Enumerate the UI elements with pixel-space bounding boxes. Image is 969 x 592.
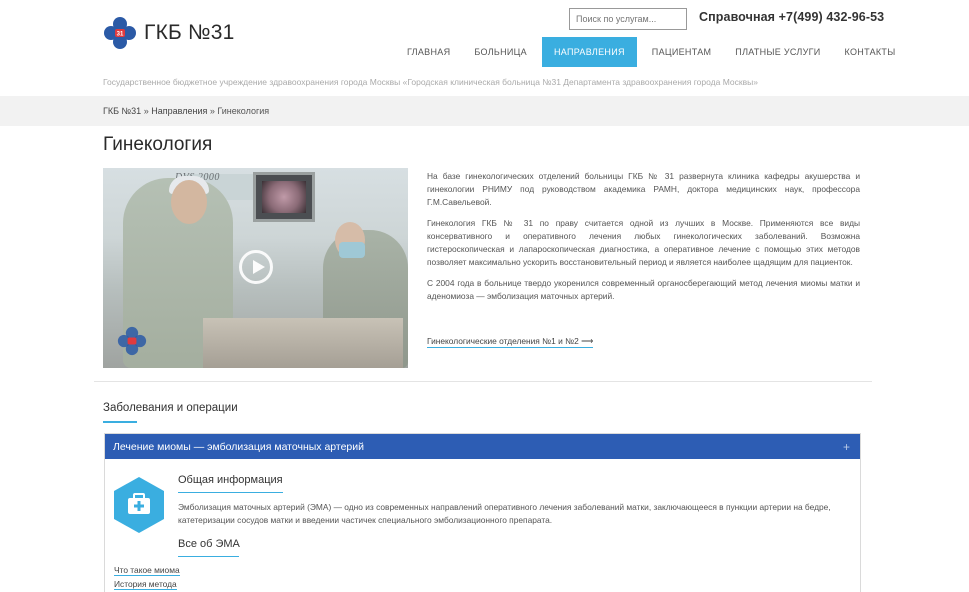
search-input[interactable]: [569, 8, 687, 30]
nav-item-patients[interactable]: Пациентам: [640, 37, 724, 67]
block-text: Эмболизация маточных артерий (ЭМА) — одн…: [178, 502, 831, 525]
intro-text: На базе гинекологических отделений больн…: [427, 170, 860, 311]
accordion-title: Лечение миомы — эмболизация маточных арт…: [113, 440, 365, 453]
organization-full-name: Государственное бюджетное учреждение здр…: [103, 77, 758, 87]
intro-paragraph: Гинекология ГКБ № 31 по праву считается …: [427, 218, 860, 267]
site-logo[interactable]: 31 ГКБ №31: [103, 16, 235, 50]
clover-cross-logo-icon: 31: [104, 17, 136, 49]
section-title-underline: [103, 421, 137, 423]
video-player[interactable]: DVS 2000: [103, 168, 408, 368]
breadcrumb: ГКБ №31 » Направления » Гинекология: [103, 106, 269, 116]
page-title: Гинекология: [103, 134, 213, 155]
svg-text:31: 31: [117, 32, 124, 38]
link-method-history[interactable]: История метода: [114, 579, 177, 590]
video-scene-operating-table: [203, 318, 403, 368]
intro-paragraph: На базе гинекологических отделений больн…: [427, 171, 860, 207]
video-scene-monitor: [253, 172, 315, 222]
block-title: Общая информация: [178, 474, 283, 486]
video-scene-mask: [339, 242, 365, 258]
breadcrumb-separator: »: [209, 106, 215, 116]
medical-kit-icon: [114, 477, 164, 533]
intro-paragraph: С 2004 года в больнице твердо укоренился…: [427, 278, 860, 301]
departments-link[interactable]: Гинекологические отделения №1 и №2 ⟶: [427, 336, 594, 348]
breadcrumb-directions-link[interactable]: Направления: [151, 106, 207, 116]
play-icon[interactable]: [239, 250, 273, 284]
section-divider: [94, 381, 872, 382]
help-phone: Справочная +7(499) 432-96-53: [699, 10, 885, 24]
video-scene-head: [171, 180, 207, 224]
nav-item-home[interactable]: Главная: [395, 37, 462, 67]
link-what-is-myoma[interactable]: Что такое миома: [114, 565, 180, 576]
logo-text: ГКБ №31: [144, 21, 235, 44]
breadcrumb-separator: »: [143, 106, 149, 116]
main-nav: Главная Больница Направления Пациентам П…: [395, 37, 907, 67]
watermark-logo-icon: [117, 326, 147, 356]
nav-item-contacts[interactable]: Контакты: [833, 37, 908, 67]
breadcrumb-home-link[interactable]: ГКБ №31: [103, 106, 141, 116]
plus-icon[interactable]: +: [843, 440, 850, 454]
accordion-header[interactable]: Лечение миомы — эмболизация маточных арт…: [105, 434, 860, 459]
nav-item-paid-services[interactable]: Платные услуги: [723, 37, 832, 67]
nav-item-directions[interactable]: Направления: [541, 37, 637, 67]
nav-item-hospital[interactable]: Больница: [462, 37, 539, 67]
subsection-title: Все об ЭМА: [178, 538, 240, 550]
section-title: Заболевания и операции: [103, 402, 238, 414]
subsection-title-underline: [178, 556, 239, 557]
breadcrumb-current: Гинекология: [217, 106, 270, 116]
block-title-underline: [178, 492, 283, 493]
